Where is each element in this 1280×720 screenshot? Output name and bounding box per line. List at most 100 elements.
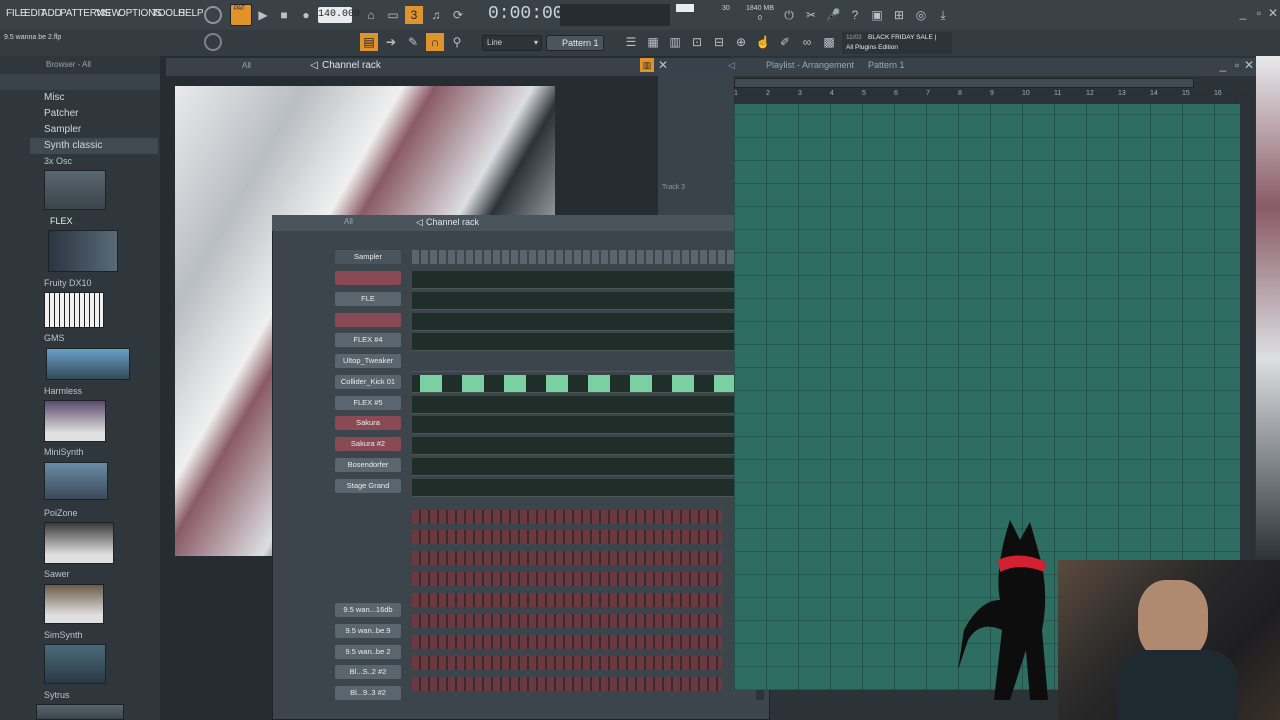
- blend-notes-icon[interactable]: ♫: [427, 6, 445, 24]
- mini-roll-10[interactable]: [412, 458, 754, 476]
- plugin-thumb-dx10[interactable]: [44, 292, 104, 328]
- mini-roll-6[interactable]: [412, 375, 754, 393]
- channel-wanna-be-9[interactable]: 9.5 wan..be.9: [335, 624, 401, 638]
- arrow-icon[interactable]: ➔: [382, 33, 400, 51]
- plugin-icon[interactable]: ⊞: [890, 6, 908, 24]
- playlist-pattern[interactable]: Pattern 1: [868, 60, 905, 70]
- play-icon[interactable]: ▶: [254, 6, 272, 24]
- step-row-13[interactable]: [412, 530, 722, 544]
- channel-rack-icon[interactable]: ▥: [666, 33, 684, 51]
- mini-roll-5[interactable]: [412, 354, 754, 372]
- filter-all[interactable]: All: [242, 61, 251, 70]
- channel-collider-kick[interactable]: Collider_Kick 01: [335, 375, 401, 389]
- channel-ultop-tweaker[interactable]: Ultop_Tweaker: [335, 354, 401, 368]
- pattern-song-toggle[interactable]: PAT: [230, 4, 252, 26]
- stop-icon[interactable]: ■: [275, 6, 293, 24]
- playlist-window-icon[interactable]: ▤: [360, 33, 378, 51]
- link-icon[interactable]: ∞: [798, 33, 816, 51]
- plugin-3xosc[interactable]: 3x Osc: [44, 156, 72, 166]
- power-icon[interactable]: ⏻: [780, 6, 798, 24]
- step-row-16[interactable]: [412, 593, 722, 607]
- record-icon[interactable]: ●: [297, 6, 315, 24]
- track-3-label[interactable]: Track 3: [662, 184, 685, 191]
- playlist-arrow-icon[interactable]: ◁: [728, 60, 735, 71]
- plugin-picker-icon[interactable]: ⊕: [732, 33, 750, 51]
- plugin-thumb-minisynth[interactable]: [44, 462, 108, 500]
- plugin-harmless[interactable]: Harmless: [44, 386, 82, 396]
- menu-help[interactable]: HELP: [178, 8, 204, 19]
- pencil-icon[interactable]: ✎: [404, 33, 422, 51]
- step-row-12[interactable]: [412, 510, 722, 524]
- countdown-icon[interactable]: 3: [405, 6, 423, 24]
- folder-sampler[interactable]: Sampler: [44, 124, 81, 135]
- plugin-gms[interactable]: GMS: [44, 333, 65, 343]
- channel-flex-4[interactable]: FLEX #4: [335, 333, 401, 347]
- magnet-icon[interactable]: ∩: [426, 33, 444, 51]
- folder-synth-classic[interactable]: Synth classic: [44, 140, 102, 151]
- channel-wanna-be-2[interactable]: 9.5 wan..be 2: [335, 645, 401, 659]
- channel-bl-9-3[interactable]: Bl...9..3 #2: [335, 686, 401, 700]
- step-row-15[interactable]: [412, 572, 722, 586]
- help-icon[interactable]: ?: [846, 6, 864, 24]
- master-pitch-knob-icon[interactable]: [204, 33, 222, 51]
- plugin-poizone[interactable]: PoiZone: [44, 508, 78, 518]
- mini-roll-3[interactable]: [412, 313, 754, 331]
- news-panel[interactable]: 11/02 BLACK FRIDAY SALE | All Plugins Ed…: [842, 32, 952, 54]
- plugin-sawer[interactable]: Sawer: [44, 569, 70, 579]
- plugin-thumb-gms[interactable]: [46, 348, 130, 380]
- step-row-17[interactable]: [412, 614, 722, 628]
- template-icon[interactable]: ▩: [820, 33, 838, 51]
- mic-icon[interactable]: 🎤: [824, 6, 842, 24]
- channel-sakura[interactable]: Sakura: [335, 416, 401, 430]
- stamp-icon[interactable]: ⚲: [448, 33, 466, 51]
- channel-sampler[interactable]: Sampler: [335, 250, 401, 264]
- metronome-icon[interactable]: ⌂: [362, 6, 380, 24]
- piano-roll-icon[interactable]: ▦: [644, 33, 662, 51]
- channel-bl-s-2[interactable]: Bl...S..2 #2: [335, 665, 401, 679]
- menu-add[interactable]: ADD: [41, 8, 62, 19]
- folder-patcher[interactable]: Patcher: [44, 108, 78, 119]
- playlist-scroll[interactable]: [734, 78, 1194, 88]
- step-row-0[interactable]: [412, 250, 754, 264]
- cut-icon[interactable]: ✂: [802, 6, 820, 24]
- mixer-icon[interactable]: ☰: [622, 33, 640, 51]
- channel-bosendorfer[interactable]: Bosendorfer: [335, 458, 401, 472]
- save-icon[interactable]: ▣: [868, 6, 886, 24]
- step-row-20[interactable]: [412, 677, 722, 691]
- playlist-minimize-icon[interactable]: _: [1216, 58, 1230, 72]
- chat-icon[interactable]: ◎: [912, 6, 930, 24]
- pattern-selector[interactable]: Pattern 1: [546, 35, 604, 51]
- channel-flex-5[interactable]: FLEX #5: [335, 396, 401, 410]
- step-row-14[interactable]: [412, 551, 722, 565]
- mini-roll-8[interactable]: [412, 416, 754, 434]
- download-icon[interactable]: ⤓: [934, 6, 952, 24]
- mini-roll-9[interactable]: [412, 437, 754, 455]
- touch-icon[interactable]: ☝: [754, 33, 772, 51]
- mini-roll-7[interactable]: [412, 396, 754, 414]
- mini-roll-4[interactable]: [412, 333, 754, 351]
- plugin-thumb-simsynth[interactable]: [44, 644, 106, 684]
- channel-row-1[interactable]: [335, 271, 401, 285]
- snap-select[interactable]: Line ▾: [482, 35, 542, 51]
- plugin-minisynth[interactable]: MiniSynth: [44, 447, 84, 457]
- plugin-thumb-harmless[interactable]: [44, 400, 106, 442]
- master-volume-knob-icon[interactable]: [204, 6, 222, 24]
- plugin-thumb-poizone[interactable]: [44, 522, 114, 564]
- brush-icon[interactable]: ✐: [776, 33, 794, 51]
- channel-row-3[interactable]: [335, 313, 401, 327]
- folder-misc[interactable]: Misc: [44, 92, 65, 103]
- plugin-thumb-flex[interactable]: [48, 230, 118, 272]
- plugin-sytrus[interactable]: Sytrus: [44, 690, 70, 700]
- plugin-thumb-3xosc[interactable]: [44, 170, 106, 210]
- plugin-simsynth[interactable]: SimSynth: [44, 630, 83, 640]
- playlist-close-icon[interactable]: ✕: [1242, 58, 1256, 72]
- tempo-display[interactable]: 140.000: [318, 7, 360, 23]
- mixer-link-icon[interactable]: ▥: [640, 58, 654, 72]
- close-icon[interactable]: ✕: [656, 58, 670, 72]
- browser-icon[interactable]: ⊡: [688, 33, 706, 51]
- loop-record-icon[interactable]: ⟳: [449, 6, 467, 24]
- close-icon[interactable]: ✕: [1264, 4, 1280, 22]
- step-row-18[interactable]: [412, 635, 722, 649]
- plugin-dx10[interactable]: Fruity DX10: [44, 278, 92, 288]
- browser-tabs[interactable]: [0, 74, 160, 90]
